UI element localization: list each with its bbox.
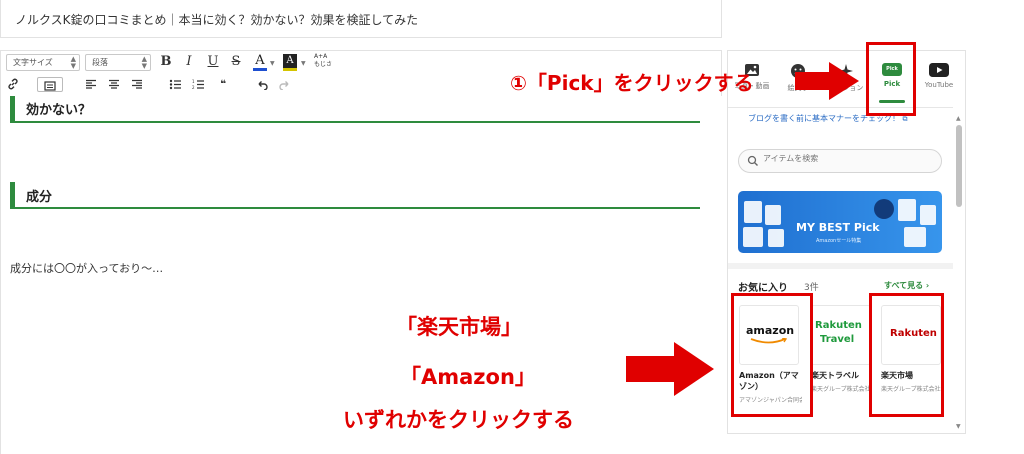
rakuten-travel-logo: Rakuten Travel [811,305,871,365]
spin-arrows-icon: ▲ ▼ [70,55,76,70]
ruby-button-sub: もじさ [314,61,333,68]
annotation-amazon: 「Amazon」 [400,365,536,389]
scroll-down-icon[interactable]: ▼ [956,423,961,430]
favorites-title: お気に入り [738,283,788,294]
pick-highlight-box [866,42,916,116]
redo-icon[interactable] [279,79,291,90]
numbered-list-icon[interactable]: 1 2 [192,79,205,90]
heading-text: 成分 [26,190,53,205]
banner-card [898,199,916,221]
banner-badge [874,199,894,219]
banner-card [744,201,762,223]
underline-button[interactable]: U [206,55,220,69]
link-icon[interactable] [7,78,19,90]
my-best-pick-banner[interactable]: MY BEST Pick Amazonセール特集 [738,191,942,253]
divider [728,107,953,108]
see-all-text: すべて見る [884,281,924,290]
chevron-down-icon[interactable]: ▼ [301,60,306,67]
editor-content[interactable]: 効かない？ 成分 成分には〇〇が入っており〜… [0,96,722,454]
italic-button[interactable]: I [182,55,196,69]
align-right-icon[interactable] [131,79,143,90]
item-search-box[interactable] [738,149,942,173]
youtube-icon [929,63,949,77]
body-paragraph: 成分には〇〇が入っており〜… [10,262,164,275]
bullet-list-icon[interactable] [169,79,182,90]
favorite-name: 楽天トラベル [811,371,859,380]
annotation-step1: ①「Pick」をクリックする [510,71,754,95]
rakuten-travel-logo-line1: Rakuten [815,320,862,331]
quote-box-button[interactable] [37,77,63,92]
heading-text: 効かない？ [26,103,92,118]
background-color-button[interactable]: A [283,54,297,71]
section-separator [728,263,953,269]
tab-label: YouTube [924,81,954,89]
ruby-button-label: A+A [314,53,328,60]
banner-card [920,205,936,225]
external-link-icon: ⧉ [902,115,908,123]
annotation-rakuten-ichiba: 「楽天市場」 [396,315,522,339]
banner-subtitle: Amazonセール特集 [816,238,862,244]
font-color-button[interactable]: A [253,54,267,71]
banner-card [904,227,926,247]
search-input[interactable] [763,154,933,163]
banner-card [765,205,781,225]
heading-seibun: 成分 [10,182,700,209]
scrollbar-thumb[interactable] [956,125,962,207]
banner-card [768,229,784,247]
arrow-right-icon [626,342,714,396]
article-title-text: ノルクスK錠の口コミまとめ｜本当に効く？効かない？効果を検証してみた [15,13,419,27]
box-icon [44,81,56,91]
svg-text:2: 2 [192,85,195,90]
rakuten-highlight-box [869,293,944,417]
paragraph-select-label: 段落 [92,58,108,67]
scroll-up-icon[interactable]: ▲ [956,115,961,122]
tab-youtube[interactable]: YouTube [917,59,961,99]
arrow-right-icon [795,62,859,100]
article-title-field[interactable]: ノルクスK錠の口コミまとめ｜本当に効く？効かない？効果を検証してみた [0,0,722,38]
align-center-icon[interactable] [108,79,120,90]
heading-kikanai: 効かない？ [10,96,700,123]
rakuten-travel-logo-line2: Travel [820,334,855,345]
favorite-company: 楽天グループ株式会社 [811,386,871,393]
align-left-icon[interactable] [85,79,97,90]
search-icon [747,155,758,166]
amazon-highlight-box [731,293,813,417]
strikethrough-button[interactable]: S [229,55,243,69]
ruby-button[interactable]: A+A もじさ [314,53,332,69]
favorites-count: 3件 [804,283,819,293]
font-size-select[interactable]: 文字サイズ ▲ ▼ [6,54,80,71]
svg-text:1: 1 [192,79,195,84]
undo-icon[interactable] [256,79,268,90]
paragraph-select[interactable]: 段落 ▲ ▼ [85,54,151,71]
favorite-card-rakuten-travel[interactable]: Rakuten Travel 楽天トラベル 楽天グループ株式会社 [808,305,874,393]
font-size-select-label: 文字サイズ [13,58,53,67]
banner-title: MY BEST Pick [796,221,880,234]
chevron-right-icon: › [925,281,930,290]
chevron-down-icon[interactable]: ▼ [270,60,275,67]
bold-button[interactable]: B [159,55,173,69]
annotation-click-either: いずれかをクリックする [343,408,574,432]
banner-card [743,227,763,247]
spin-arrows-icon: ▲ ▼ [141,55,147,70]
blockquote-button[interactable]: ❝ [216,78,230,92]
see-all-link[interactable]: すべて見る › [884,280,929,291]
